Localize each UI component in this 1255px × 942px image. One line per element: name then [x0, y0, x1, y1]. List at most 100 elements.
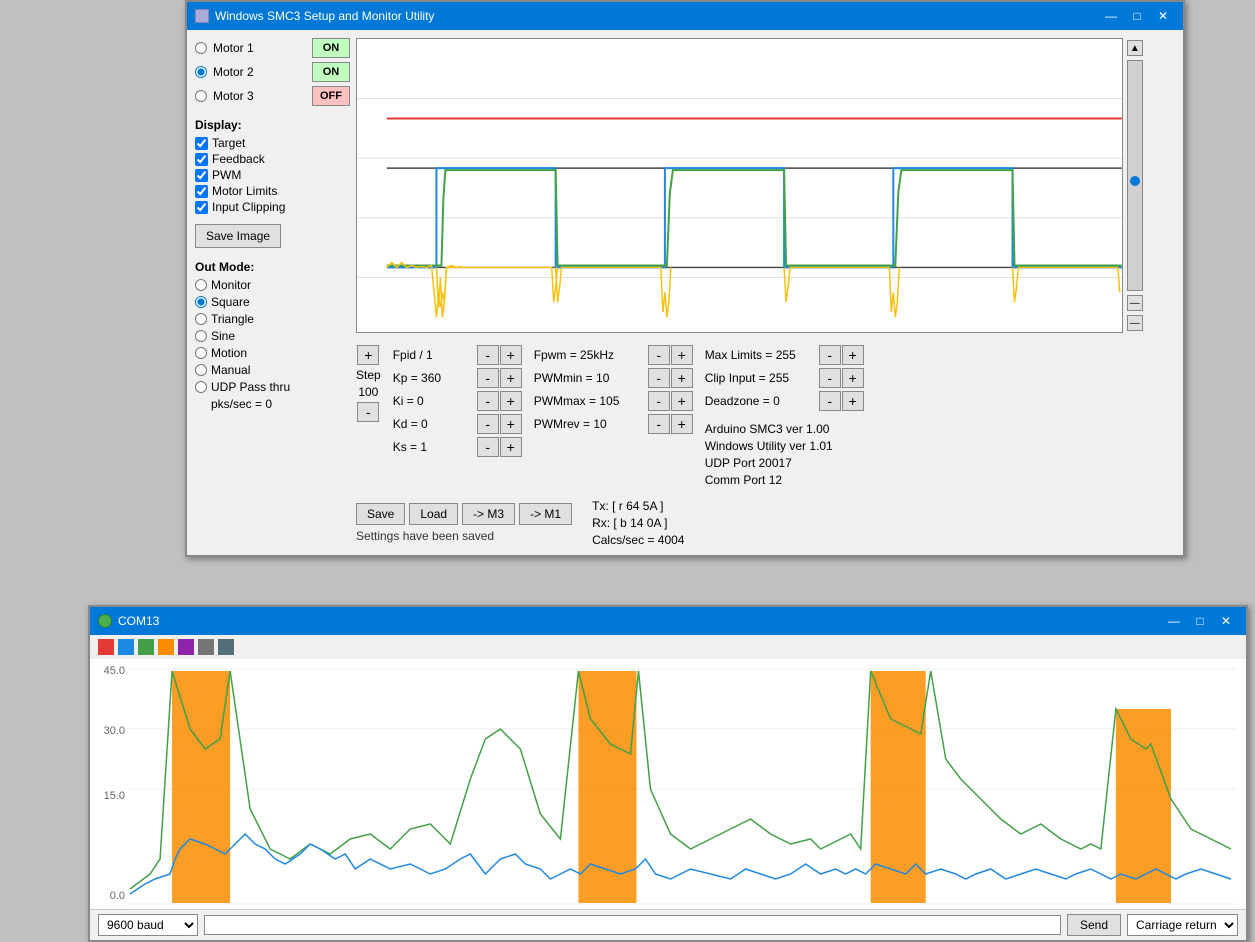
pwmmin-minus-btn[interactable]: - [648, 368, 670, 388]
pwmrev-minus-btn[interactable]: - [648, 414, 670, 434]
ks-minus-btn[interactable]: - [477, 437, 499, 457]
legend-gray-icon [198, 639, 214, 655]
ki-plus-btn[interactable]: + [500, 391, 522, 411]
outmode-square-radio[interactable] [195, 296, 207, 308]
clipinput-plus-btn[interactable]: + [842, 368, 864, 388]
step-minus-btn[interactable]: - [357, 402, 379, 422]
maxlimits-plus-btn[interactable]: + [842, 345, 864, 365]
outmode-manual-radio[interactable] [195, 364, 207, 376]
params-col-3: Max Limits = 255 - + Clip Input = 255 - … [705, 345, 865, 487]
outmode-udp-row: UDP Pass thru [195, 380, 350, 394]
pwm-checkbox[interactable] [195, 169, 208, 182]
load-button[interactable]: Load [409, 503, 458, 525]
motor-1-btn[interactable]: ON [312, 38, 350, 58]
kp-minus-btn[interactable]: - [477, 368, 499, 388]
fpid-minus-btn[interactable]: - [477, 345, 499, 365]
input-clipping-checkbox[interactable] [195, 201, 208, 214]
com-window: COM13 — □ ✕ 45.0 30.0 15.0 0.0 [88, 605, 1248, 942]
scroll-down-btn[interactable]: — [1127, 315, 1143, 331]
to-m3-button[interactable]: -> M3 [462, 503, 515, 525]
com-close-button[interactable]: ✕ [1214, 611, 1238, 631]
calcs-label: Calcs/sec = 4004 [592, 533, 752, 547]
motor-3-radio[interactable] [195, 90, 207, 102]
fpwm-plus-btn[interactable]: + [671, 345, 693, 365]
baud-select[interactable]: 9600 baud 19200 baud 38400 baud 57600 ba… [98, 914, 198, 936]
outmode-udp-radio[interactable] [195, 381, 207, 393]
save-button[interactable]: Save [356, 503, 405, 525]
outmode-title: Out Mode: [195, 260, 350, 274]
pwmmax-pm: - + [648, 391, 693, 411]
motor-limits-checkbox-row: Motor Limits [195, 184, 350, 198]
outmode-udp-label: UDP Pass thru [211, 380, 290, 394]
send-input[interactable] [204, 915, 1061, 935]
send-button[interactable]: Send [1067, 914, 1121, 936]
com-maximize-button[interactable]: □ [1188, 611, 1212, 631]
motor-1-label: Motor 1 [213, 41, 306, 55]
maxlimits-row: Max Limits = 255 - + [705, 345, 865, 365]
motor-1-radio[interactable] [195, 42, 207, 54]
scroll-thumb[interactable] [1130, 176, 1140, 186]
target-label: Target [212, 136, 245, 150]
deadzone-minus-btn[interactable]: - [819, 391, 841, 411]
deadzone-plus-btn[interactable]: + [842, 391, 864, 411]
to-m1-button[interactable]: -> M1 [519, 503, 572, 525]
pwmrev-plus-btn[interactable]: + [671, 414, 693, 434]
motor-2-label: Motor 2 [213, 65, 306, 79]
legend-blue-icon [118, 639, 134, 655]
outmode-square-row: Square [195, 295, 350, 309]
feedback-checkbox[interactable] [195, 153, 208, 166]
com-footer: 9600 baud 19200 baud 38400 baud 57600 ba… [90, 909, 1246, 940]
motor-section: Motor 1 ON Motor 2 ON Motor 3 OFF [195, 38, 350, 106]
legend-orange-icon [158, 639, 174, 655]
scroll-up-btn[interactable]: ▲ [1127, 40, 1143, 56]
target-checkbox[interactable] [195, 137, 208, 150]
svg-text:45.0: 45.0 [104, 665, 125, 677]
kd-plus-btn[interactable]: + [500, 414, 522, 434]
motor-2-radio[interactable] [195, 66, 207, 78]
ks-plus-btn[interactable]: + [500, 437, 522, 457]
motor-limits-checkbox[interactable] [195, 185, 208, 198]
pwmmin-plus-btn[interactable]: + [671, 368, 693, 388]
main-window-body: Motor 1 ON Motor 2 ON Motor 3 OFF Displa… [187, 30, 1183, 555]
ki-minus-btn[interactable]: - [477, 391, 499, 411]
step-plus-btn[interactable]: + [357, 345, 379, 365]
chart-scrollbar[interactable]: ▲ — — [1127, 38, 1143, 333]
outmode-section: Out Mode: Monitor Square Triangle Sine [195, 260, 350, 411]
legend-green-icon [138, 639, 154, 655]
pwmrev-label: PWMrev = 10 [534, 417, 644, 431]
input-clipping-checkbox-row: Input Clipping [195, 200, 350, 214]
scroll-mid-btn[interactable]: — [1127, 295, 1143, 311]
ki-row: Ki = 0 - + [393, 391, 522, 411]
scroll-track[interactable] [1127, 60, 1143, 291]
pwmmax-plus-btn[interactable]: + [671, 391, 693, 411]
maxlimits-minus-btn[interactable]: - [819, 345, 841, 365]
minimize-button[interactable]: — [1099, 6, 1123, 26]
maximize-button[interactable]: □ [1125, 6, 1149, 26]
close-button[interactable]: ✕ [1151, 6, 1175, 26]
motor-1-row: Motor 1 ON [195, 38, 350, 58]
kd-minus-btn[interactable]: - [477, 414, 499, 434]
motor-2-btn[interactable]: ON [312, 62, 350, 82]
fpid-plus-btn[interactable]: + [500, 345, 522, 365]
legend-purple-icon [178, 639, 194, 655]
carriage-return-select[interactable]: Carriage return No line ending Newline B… [1127, 914, 1238, 936]
outmode-sine-radio[interactable] [195, 330, 207, 342]
fpwm-label: Fpwm = 25kHz [534, 348, 644, 362]
windows-ver: Windows Utility ver 1.01 [705, 439, 865, 453]
svg-text:0.0: 0.0 [110, 890, 125, 902]
motor-3-btn[interactable]: OFF [312, 86, 350, 106]
status-text: Settings have been saved [356, 529, 572, 543]
fpwm-minus-btn[interactable]: - [648, 345, 670, 365]
com-minimize-button[interactable]: — [1162, 611, 1186, 631]
info-col: Arduino SMC3 ver 1.00 Windows Utility ve… [705, 422, 865, 487]
clipinput-minus-btn[interactable]: - [819, 368, 841, 388]
pwmmax-label: PWMmax = 105 [534, 394, 644, 408]
outmode-sine-label: Sine [211, 329, 235, 343]
save-image-button[interactable]: Save Image [195, 224, 281, 248]
kp-plus-btn[interactable]: + [500, 368, 522, 388]
outmode-monitor-radio[interactable] [195, 279, 207, 291]
pwmmax-minus-btn[interactable]: - [648, 391, 670, 411]
kd-label: Kd = 0 [393, 417, 473, 431]
outmode-triangle-radio[interactable] [195, 313, 207, 325]
outmode-motion-radio[interactable] [195, 347, 207, 359]
